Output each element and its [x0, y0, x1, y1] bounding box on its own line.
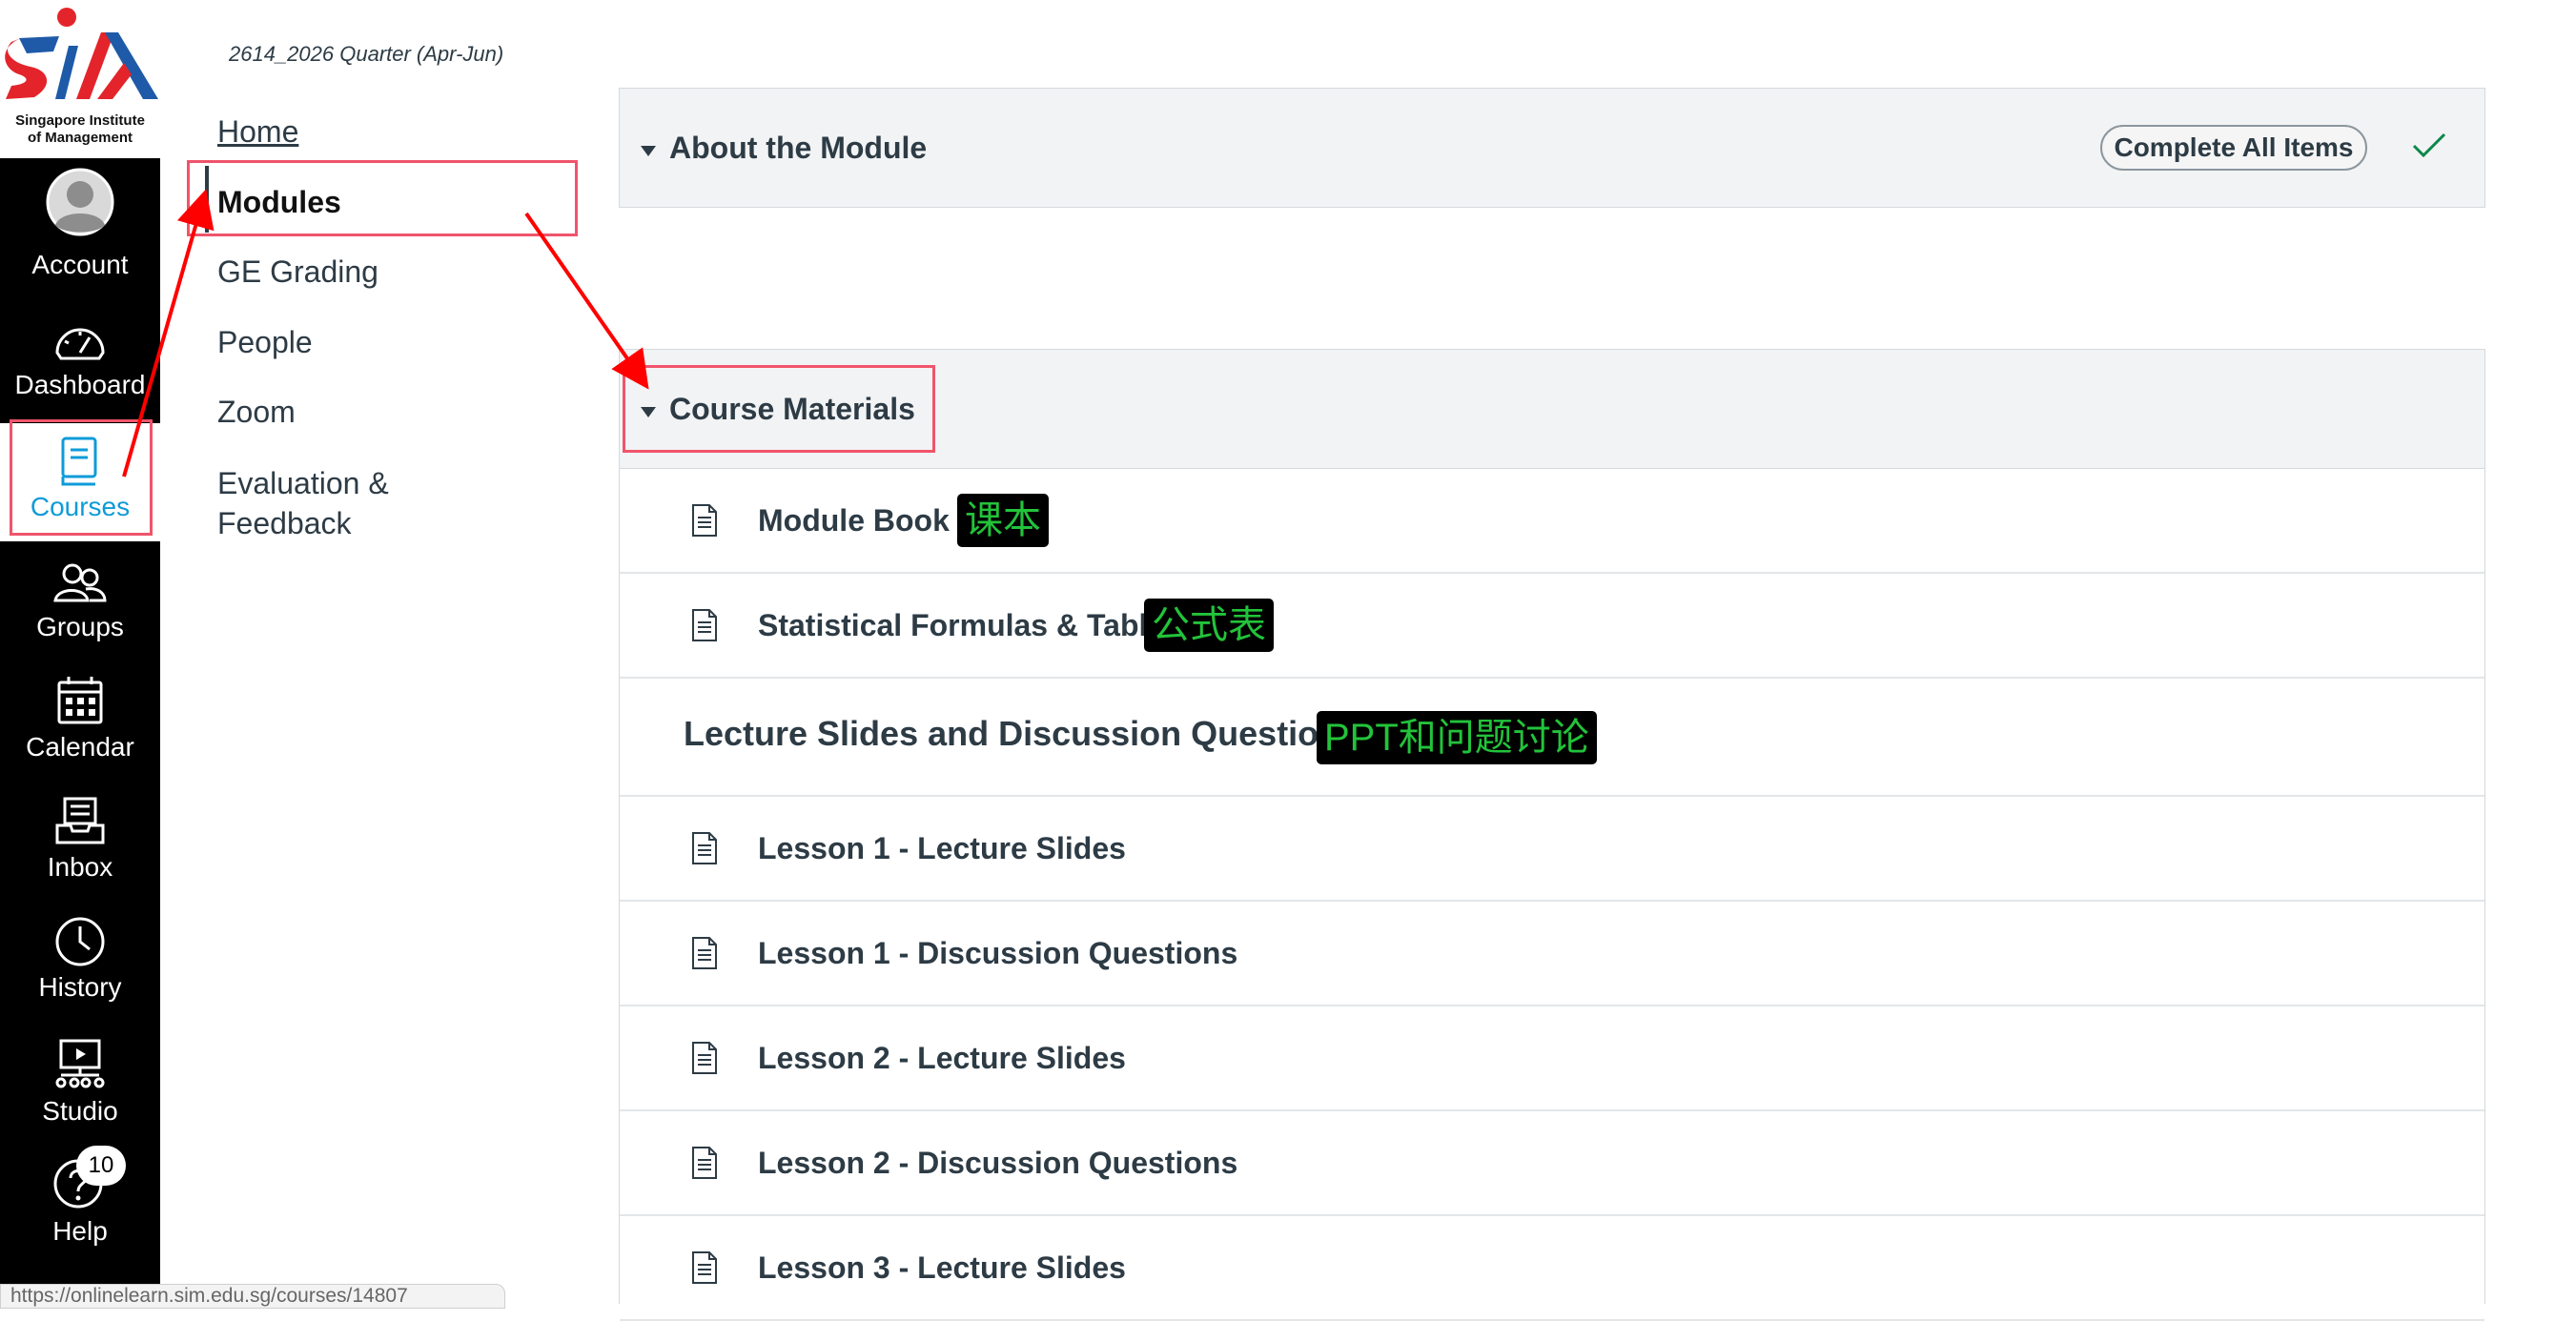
module-item-title[interactable]: Lesson 2 - Lecture Slides	[758, 1039, 1126, 1077]
courses-highlight-box	[10, 419, 153, 536]
studio-icon	[55, 1039, 105, 1088]
annotation-tag: 课本	[957, 494, 1049, 547]
caret-down-icon[interactable]	[641, 146, 656, 156]
status-bar-url: https://onlinelearn.sim.edu.sg/courses/1…	[0, 1284, 505, 1309]
global-nav-calendar[interactable]: Calendar	[0, 665, 160, 778]
module-subheader: Lecture Slides and Discussion Questions …	[620, 679, 2484, 797]
page-document-icon	[692, 609, 717, 641]
calendar-icon	[57, 677, 103, 724]
module-header-about[interactable]: About the Module Complete All Items	[619, 88, 2485, 208]
global-nav-dashboard[interactable]: Dashboard	[0, 305, 160, 417]
global-nav-label: Calendar	[26, 732, 134, 762]
module-item[interactable]: Lesson 2 - Discussion Questions	[620, 1111, 2484, 1216]
course-term-label: 2614_2026 Quarter (Apr-Jun)	[229, 42, 504, 66]
course-nav-zoom[interactable]: Zoom	[217, 392, 296, 432]
module-item[interactable]: Lesson 1 - Lecture Slides	[620, 797, 2484, 902]
modules-highlight-box	[187, 160, 578, 236]
global-nav-label: Account	[31, 250, 129, 279]
user-avatar-icon	[46, 168, 114, 236]
module-title: About the Module	[669, 131, 928, 165]
global-nav-label: Dashboard	[14, 370, 146, 399]
inbox-icon	[55, 797, 105, 844]
module-item-title[interactable]: Lesson 1 - Discussion Questions	[758, 934, 1237, 972]
help-notification-badge: 10	[76, 1146, 126, 1186]
page-document-icon	[692, 1251, 717, 1284]
logo-text-line1: Singapore Institute	[15, 112, 145, 129]
annotation-tag: PPT和问题讨论	[1317, 711, 1597, 764]
sim-logo[interactable]: Singapore Institute of Management	[0, 0, 160, 158]
course-materials-highlight-box	[623, 365, 935, 453]
page-document-icon	[692, 1147, 717, 1179]
course-nav-people[interactable]: People	[217, 322, 313, 362]
global-nav-history[interactable]: History	[0, 905, 160, 1018]
logo-text-line2: of Management	[27, 130, 133, 146]
module-item[interactable]: Lesson 3 - Lecture Slides	[620, 1216, 2484, 1321]
global-nav-label: Groups	[36, 612, 124, 641]
module-item-title[interactable]: Lesson 3 - Lecture Slides	[758, 1249, 1126, 1287]
page-document-icon	[692, 504, 717, 537]
module-item[interactable]: Lesson 1 - Discussion Questions	[620, 902, 2484, 1006]
checkmark-icon	[2412, 132, 2446, 158]
groups-icon	[53, 563, 107, 602]
global-nav-inbox[interactable]: Inbox	[0, 785, 160, 898]
module-items-list: Module Book 课本 Statistical Formulas & Ta…	[619, 469, 2485, 1321]
clock-icon	[55, 917, 105, 966]
course-nav-evaluation-feedback[interactable]: Evaluation & Feedback	[217, 463, 418, 543]
speedometer-icon	[55, 328, 105, 360]
module-item[interactable]: Lesson 2 - Lecture Slides	[620, 1006, 2484, 1111]
global-nav-label: Inbox	[47, 852, 113, 882]
page-document-icon	[692, 1042, 717, 1074]
course-nav-ge-grading[interactable]: GE Grading	[217, 252, 378, 292]
annotation-tag: 公式表	[1144, 599, 1274, 652]
page-document-icon	[692, 832, 717, 864]
module-item-title[interactable]: Lesson 2 - Discussion Questions	[758, 1144, 1237, 1182]
module-item[interactable]: Module Book 课本	[620, 469, 2484, 574]
global-nav-groups[interactable]: Groups	[0, 545, 160, 658]
module-item-title[interactable]: Module Book	[758, 501, 950, 539]
module-item-title[interactable]: Lesson 1 - Lecture Slides	[758, 829, 1126, 867]
global-navigation: Singapore Institute of Management Accoun…	[0, 0, 160, 1304]
global-nav-account[interactable]: Account	[0, 162, 160, 279]
module-subheader-title: Lecture Slides and Discussion Questions	[684, 714, 1360, 753]
page-document-icon	[692, 937, 717, 969]
global-nav-label: Studio	[42, 1096, 118, 1126]
module-item-title[interactable]: Statistical Formulas & Tables	[758, 606, 1181, 644]
sim-logo-mark-icon	[5, 8, 158, 99]
global-nav-studio[interactable]: Studio	[0, 1026, 160, 1138]
course-nav-home[interactable]: Home	[217, 112, 298, 152]
global-nav-label: History	[38, 972, 122, 1002]
global-nav-label: Help	[52, 1216, 108, 1246]
module-item[interactable]: Statistical Formulas & Tables 公式表	[620, 574, 2484, 679]
complete-all-items-button[interactable]: Complete All Items	[2100, 125, 2367, 171]
